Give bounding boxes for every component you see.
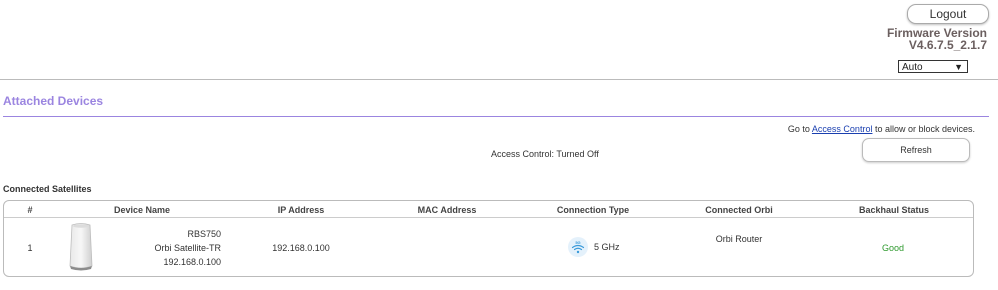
section-title-connected-satellites: Connected Satellites [3,184,92,194]
column-header-mac-address: MAC Address [417,205,477,215]
orbi-satellite-device-icon [69,223,93,271]
header-divider [0,79,998,80]
access-control-link[interactable]: Access Control [812,124,873,134]
connected-orbi: Orbi Router [715,234,763,244]
language-select[interactable]: Auto ▼ [898,60,968,73]
access-control-note: Go to Access Control to allow or block d… [788,124,975,134]
satellites-table: # Device Name IP Address MAC Address Con… [3,200,974,277]
device-name-ip: 192.168.0.100 [163,257,221,267]
refresh-button[interactable]: Refresh [862,138,970,162]
table-header-divider [4,217,973,218]
logout-button[interactable]: Logout [907,4,989,24]
page-title: Attached Devices [3,94,104,108]
access-note-suffix: to allow or block devices. [872,124,975,134]
column-header-connection-type: Connection Type [556,205,630,215]
column-header-index: # [27,205,33,215]
title-divider [3,116,989,117]
chevron-down-icon: ▼ [954,62,963,72]
column-header-ip-address: IP Address [277,205,325,215]
row-index: 1 [27,243,33,253]
access-note-prefix: Go to [787,124,812,134]
firmware-version: V4.6.7.5_2.1.7 [908,38,987,52]
language-selected-value: Auto [902,62,923,73]
column-header-connected-orbi: Connected Orbi [705,205,773,215]
backhaul-status: Good [881,243,905,253]
ip-address: 192.168.0.100 [272,243,330,253]
column-header-backhaul-status: Backhaul Status [858,205,930,215]
column-header-device-name: Device Name [113,205,171,215]
connection-type: 5 GHz [594,242,620,252]
access-control-status: Access Control: Turned Off [491,149,599,159]
device-model: RBS750 [187,229,221,239]
wifi-5ghz-icon: 5G [568,237,588,257]
device-name: Orbi Satellite-TR [154,243,221,253]
band-badge: 5G [575,240,580,245]
